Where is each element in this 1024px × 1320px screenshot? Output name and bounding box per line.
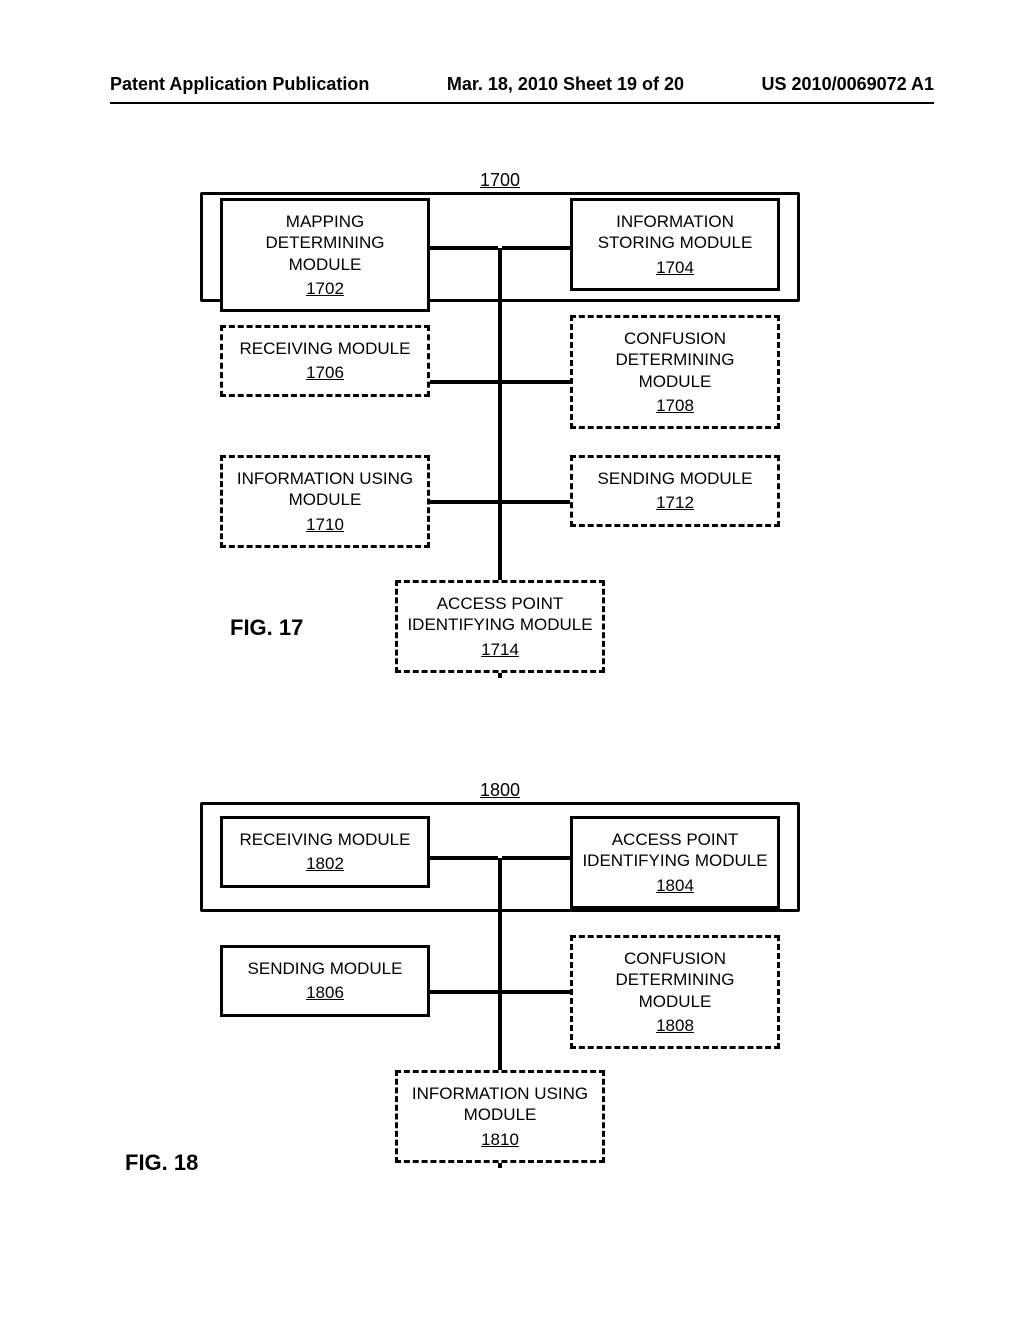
fig17-label: FIG. 17: [230, 615, 303, 641]
conn-1708: [502, 380, 570, 384]
figure-18: 1800 RECEIVING MODULE 1802 ACCESS POINT …: [200, 780, 800, 1210]
module-information-using-17: INFORMATION USING MODULE 1710: [220, 455, 430, 548]
module-ref: 1802: [306, 853, 344, 874]
module-title: CONFUSION DETERMINING MODULE: [616, 329, 735, 391]
header-left: Patent Application Publication: [110, 74, 369, 95]
module-confusion-determining-17: CONFUSION DETERMINING MODULE 1708: [570, 315, 780, 429]
module-title: ACCESS POINT IDENTIFYING MODULE: [582, 830, 767, 870]
module-ref: 1704: [656, 257, 694, 278]
module-title: CONFUSION DETERMINING MODULE: [616, 949, 735, 1011]
module-ref: 1702: [306, 278, 344, 299]
fig17-number: 1700: [480, 170, 520, 191]
module-title: INFORMATION USING MODULE: [237, 469, 413, 509]
page-header: Patent Application Publication Mar. 18, …: [110, 74, 934, 95]
module-ref: 1810: [481, 1129, 519, 1150]
conn-1802: [430, 856, 498, 860]
module-receiving-18: RECEIVING MODULE 1802: [220, 816, 430, 888]
module-ref: 1710: [306, 514, 344, 535]
module-ref: 1804: [656, 875, 694, 896]
module-information-using-18: INFORMATION USING MODULE 1810: [395, 1070, 605, 1163]
module-title: INFORMATION STORING MODULE: [598, 212, 753, 252]
module-title: ACCESS POINT IDENTIFYING MODULE: [407, 594, 592, 634]
header-divider: [110, 102, 934, 104]
module-mapping-determining: MAPPING DETERMINING MODULE 1702: [220, 198, 430, 312]
conn-1806: [430, 990, 498, 994]
page: Patent Application Publication Mar. 18, …: [0, 0, 1024, 1320]
header-center: Mar. 18, 2010 Sheet 19 of 20: [447, 74, 684, 95]
module-access-point-identifying-17: ACCESS POINT IDENTIFYING MODULE 1714: [395, 580, 605, 673]
fig18-number: 1800: [480, 780, 520, 801]
module-ref: 1706: [306, 362, 344, 383]
module-title: RECEIVING MODULE: [240, 339, 411, 358]
module-sending-17: SENDING MODULE 1712: [570, 455, 780, 527]
module-information-storing: INFORMATION STORING MODULE 1704: [570, 198, 780, 291]
module-ref: 1806: [306, 982, 344, 1003]
fig18-label: FIG. 18: [125, 1150, 198, 1176]
module-sending-18: SENDING MODULE 1806: [220, 945, 430, 1017]
conn-1702: [430, 246, 498, 250]
conn-1706: [430, 380, 498, 384]
module-confusion-determining-18: CONFUSION DETERMINING MODULE 1808: [570, 935, 780, 1049]
module-ref: 1714: [481, 639, 519, 660]
module-receiving-17: RECEIVING MODULE 1706: [220, 325, 430, 397]
conn-1804: [502, 856, 570, 860]
module-ref: 1708: [656, 395, 694, 416]
module-title: INFORMATION USING MODULE: [412, 1084, 588, 1124]
module-access-point-identifying-18: ACCESS POINT IDENTIFYING MODULE 1804: [570, 816, 780, 909]
module-ref: 1808: [656, 1015, 694, 1036]
conn-1808: [502, 990, 570, 994]
module-title: SENDING MODULE: [598, 469, 753, 488]
conn-1712: [502, 500, 570, 504]
module-title: MAPPING DETERMINING MODULE: [266, 212, 385, 274]
conn-1710: [430, 500, 498, 504]
header-right: US 2010/0069072 A1: [762, 74, 934, 95]
module-ref: 1712: [656, 492, 694, 513]
module-title: RECEIVING MODULE: [240, 830, 411, 849]
conn-1704: [502, 246, 570, 250]
module-title: SENDING MODULE: [248, 959, 403, 978]
